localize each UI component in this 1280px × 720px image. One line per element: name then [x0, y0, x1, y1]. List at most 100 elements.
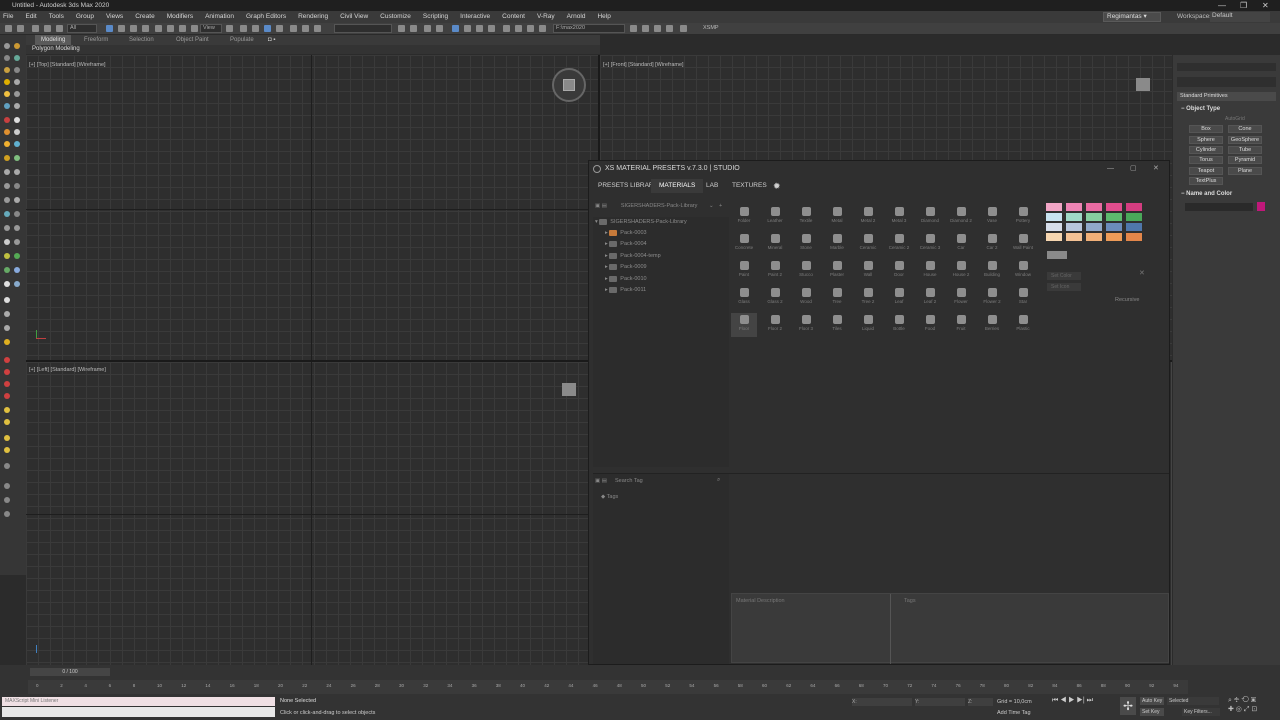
material-preset-item[interactable]: Door: [886, 259, 912, 283]
pivot-icon[interactable]: [226, 25, 233, 32]
library-dropdown-icon[interactable]: ⌄: [709, 202, 714, 211]
menu-item[interactable]: Edit: [25, 11, 36, 23]
palette-swatch[interactable]: [1046, 233, 1062, 241]
save-icon[interactable]: [654, 25, 661, 32]
tube-button[interactable]: Tube: [1228, 146, 1262, 154]
chamfer-icon[interactable]: [14, 211, 20, 217]
render-icon[interactable]: [488, 25, 495, 32]
layers-icon[interactable]: [4, 325, 10, 331]
utilities-icon[interactable]: [14, 281, 20, 287]
maximize-icon[interactable]: ❐: [1240, 0, 1247, 11]
coord-z-field[interactable]: Z:: [968, 698, 993, 706]
palette-swatch[interactable]: [1046, 223, 1062, 231]
tab-lab[interactable]: LAB: [706, 179, 718, 193]
material-preset-item[interactable]: Window: [1010, 259, 1036, 283]
palette-swatch[interactable]: [1046, 203, 1062, 211]
recursive-checkbox[interactable]: Recursive: [1115, 297, 1139, 303]
open-icon[interactable]: [642, 25, 649, 32]
teapot-button[interactable]: Teapot: [1189, 167, 1223, 175]
angle-snap-icon[interactable]: [252, 25, 259, 32]
set-color-button[interactable]: Set Color: [1047, 272, 1081, 280]
material-preset-item[interactable]: Paint: [731, 259, 757, 283]
material-preset-item[interactable]: Car 2: [979, 232, 1005, 256]
material-preset-item[interactable]: Tree 2: [855, 286, 881, 310]
motion-icon[interactable]: [14, 267, 20, 273]
material-editor-icon[interactable]: [452, 25, 459, 32]
material-preset-item[interactable]: Pottery: [1010, 205, 1036, 229]
palette-swatch[interactable]: [1126, 203, 1142, 211]
library-selector[interactable]: ▣ ▤ SIGERSHADERS-Pack-Library ⌄ +: [595, 202, 725, 211]
isolate-icon[interactable]: [4, 297, 10, 303]
palette-swatch[interactable]: [1126, 233, 1142, 241]
autogrid-checkbox[interactable]: AutoGrid: [1225, 116, 1245, 122]
poly-icon[interactable]: [4, 91, 10, 97]
description-tags-field[interactable]: Tags: [904, 598, 916, 604]
material-preset-item[interactable]: Leaf: [886, 286, 912, 310]
key-filters-button[interactable]: Key Filters...: [1182, 708, 1220, 716]
material-preset-item[interactable]: Metal 3: [886, 205, 912, 229]
set-key-big-icon[interactable]: ✢: [1120, 697, 1136, 715]
shell-icon[interactable]: [4, 197, 10, 203]
tab-object-paint[interactable]: Object Paint: [176, 35, 209, 45]
dialog-close-icon[interactable]: ✕: [1153, 161, 1159, 176]
rotate-icon[interactable]: [167, 25, 174, 32]
torus-prim-icon[interactable]: [14, 129, 20, 135]
palette-swatch[interactable]: [1066, 233, 1082, 241]
material-preset-item[interactable]: Folder: [731, 205, 757, 229]
material-preset-item[interactable]: Plaster: [824, 259, 850, 283]
material-preset-item[interactable]: Bottle: [886, 313, 912, 337]
sphere-button[interactable]: Sphere: [1189, 136, 1223, 144]
material-preset-item[interactable]: Glass: [731, 286, 757, 310]
material-preset-item[interactable]: Textile: [793, 205, 819, 229]
gizmo-icon[interactable]: [4, 311, 10, 317]
archive-icon[interactable]: [666, 25, 673, 32]
category-dropdown[interactable]: Standard Primitives: [1177, 92, 1276, 101]
menu-item[interactable]: Arnold: [567, 11, 586, 23]
scale-icon[interactable]: [179, 25, 186, 32]
menu-item[interactable]: Scripting: [423, 11, 448, 23]
material-preset-item[interactable]: Tree: [824, 286, 850, 310]
palette-swatch[interactable]: [1066, 203, 1082, 211]
library-icons[interactable]: ▣ ▤: [595, 203, 607, 209]
vray-dome-icon[interactable]: [4, 381, 10, 387]
palette-swatch[interactable]: [1086, 233, 1102, 241]
material-preset-item[interactable]: Wall Paint: [1010, 232, 1036, 256]
select-by-name-icon[interactable]: [118, 25, 125, 32]
add-time-tag-button[interactable]: Add Time Tag: [997, 710, 1031, 716]
bind-icon[interactable]: [56, 25, 63, 32]
palette-swatch[interactable]: [1086, 223, 1102, 231]
vertex-icon[interactable]: [4, 103, 10, 109]
material-preset-item[interactable]: Stucco: [793, 259, 819, 283]
tree-item[interactable]: ▸ Pack-0009: [605, 262, 647, 272]
viewport-top[interactable]: [26, 55, 598, 360]
percent-snap-icon[interactable]: [264, 25, 271, 32]
selection-filter-dropdown[interactable]: All: [67, 24, 97, 33]
vray-frame-icon[interactable]: [515, 25, 522, 32]
viewport-nav-icons[interactable]: ⌕ ✥ ⟲ ▣ ✚ ◎ ⤢ ⊡: [1228, 697, 1278, 717]
hierarchy-icon[interactable]: [4, 267, 10, 273]
box-button[interactable]: Box: [1189, 125, 1223, 133]
menu-item[interactable]: Group: [76, 11, 94, 23]
track-bar[interactable]: 0 2 4 6 8 10 12 14 16 18 20 22 24 26 28 30 32 34 36 38 40 42 4…: [28, 680, 1188, 694]
tree-item[interactable]: ▸ Pack-0011: [605, 285, 646, 295]
helper-icon[interactable]: [14, 67, 20, 73]
settings-gear-icon[interactable]: ✹: [773, 179, 781, 193]
command-panel-tabs[interactable]: [1177, 63, 1276, 71]
playback-controls[interactable]: ⏮ ◀ ▶ ▶| ⏭: [1052, 697, 1112, 706]
material-preset-item[interactable]: House: [917, 259, 943, 283]
material-apply-icon[interactable]: [14, 253, 20, 259]
material-preset-item[interactable]: Paint 2: [762, 259, 788, 283]
material-preset-item[interactable]: Flower: [948, 286, 974, 310]
box-prim-icon[interactable]: [4, 117, 10, 123]
textplus-button[interactable]: TextPlus: [1189, 177, 1223, 185]
display-icon[interactable]: [4, 281, 10, 287]
tab-freeform[interactable]: Freeform: [84, 35, 108, 45]
render-frame-icon[interactable]: [476, 25, 483, 32]
menu-item[interactable]: V-Ray: [537, 11, 555, 23]
material-preset-item[interactable]: Metal 2: [855, 205, 881, 229]
system-icon[interactable]: [14, 79, 20, 85]
vray-proxy-icon[interactable]: [4, 407, 10, 413]
vray-plane-icon[interactable]: [4, 435, 10, 441]
polygon-modeling-label[interactable]: Polygon Modeling: [32, 46, 80, 52]
time-slider[interactable]: 0 / 100: [30, 668, 110, 676]
